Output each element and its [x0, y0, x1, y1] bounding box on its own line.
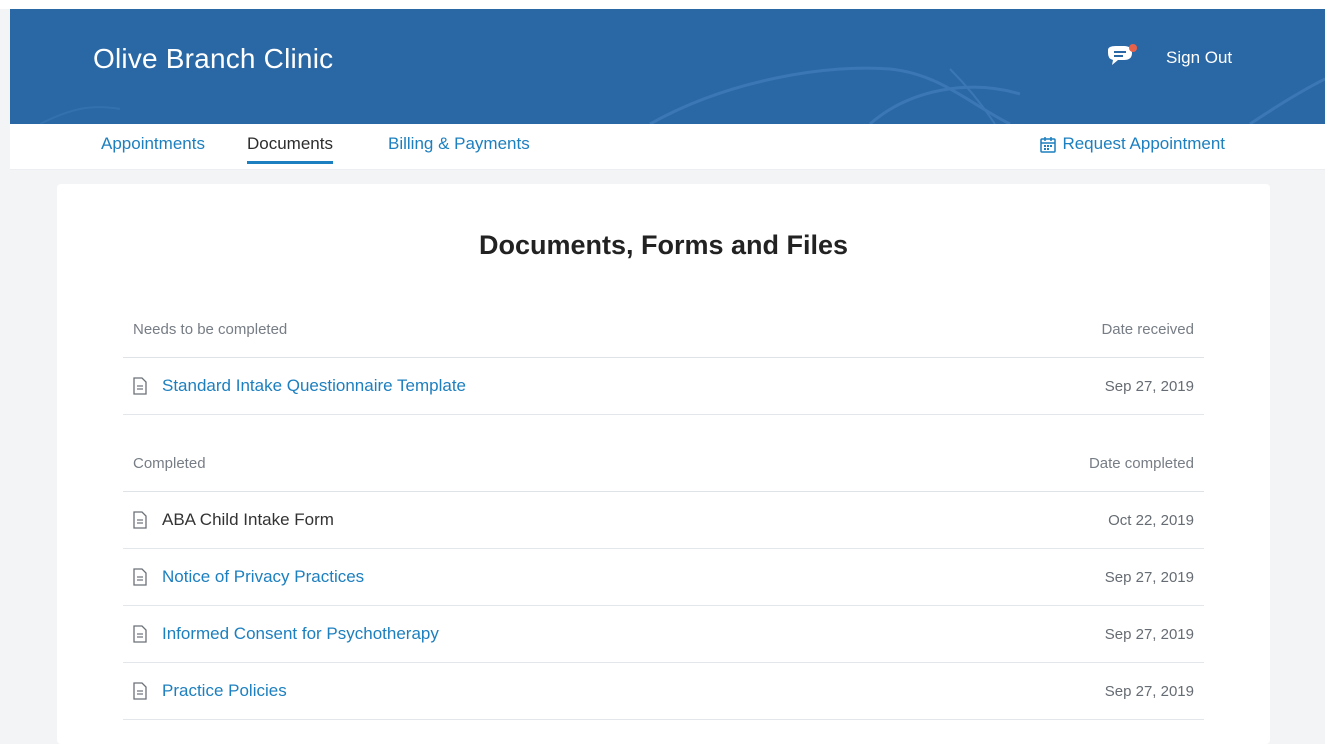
request-appointment-label: Request Appointment: [1062, 134, 1225, 153]
completed-date-header: Date completed: [1088, 455, 1194, 472]
document-icon: [133, 682, 147, 700]
clinic-name: Olive Branch Clinic: [93, 43, 334, 74]
document-icon: [133, 511, 147, 529]
document-date: Sep 27, 2019: [1104, 377, 1194, 395]
tab-billing-payments[interactable]: Billing & Payments: [388, 134, 530, 164]
document-link[interactable]: Standard Intake Questionnaire Template: [162, 376, 466, 396]
sign-out-button[interactable]: Sign Out: [1166, 48, 1232, 68]
document-link[interactable]: Notice of Privacy Practices: [162, 567, 364, 587]
document-row: Practice Policies Sep 27, 2019: [123, 663, 1204, 720]
document-icon: [133, 377, 147, 395]
document-row: Notice of Privacy Practices Sep 27, 2019: [123, 549, 1204, 606]
completed-section: Completed Date completed ABA Child Intak…: [123, 455, 1204, 720]
document-row: ABA Child Intake Form Oct 22, 2019: [123, 492, 1204, 549]
document-date: Sep 27, 2019: [1104, 568, 1194, 586]
document-icon: [133, 625, 147, 643]
document-date: Sep 27, 2019: [1104, 625, 1194, 643]
calendar-icon: [1040, 136, 1057, 153]
header-banner: Olive Branch Clinic Sign Out: [10, 9, 1325, 124]
page-title: Documents, Forms and Files: [478, 230, 849, 260]
document-link[interactable]: Practice Policies: [162, 681, 287, 701]
document-icon: [133, 568, 147, 586]
document-name: ABA Child Intake Form: [162, 510, 334, 529]
pending-header-label: Needs to be completed: [133, 321, 288, 338]
completed-header: Completed Date completed: [123, 455, 1204, 492]
pending-date-header: Date received: [1101, 321, 1194, 338]
top-gap: [0, 0, 1325, 9]
pending-header: Needs to be completed Date received: [123, 321, 1204, 358]
nav-bar: Appointments Documents Billing & Payment…: [10, 124, 1325, 170]
chat-bubble-icon[interactable]: [1104, 44, 1138, 74]
document-date: Oct 22, 2019: [1108, 511, 1194, 529]
pending-section: Needs to be completed Date received Stan…: [123, 321, 1204, 415]
documents-card: Documents, Forms and Files Needs to be c…: [57, 184, 1270, 744]
tab-documents[interactable]: Documents: [247, 134, 333, 164]
tab-appointments[interactable]: Appointments: [101, 134, 205, 164]
completed-header-label: Completed: [133, 455, 206, 472]
document-link[interactable]: Informed Consent for Psychotherapy: [162, 624, 439, 644]
document-row: Informed Consent for Psychotherapy Sep 2…: [123, 606, 1204, 663]
document-row: Standard Intake Questionnaire Template S…: [123, 358, 1204, 415]
request-appointment-button[interactable]: Request Appointment: [1040, 134, 1225, 154]
document-date: Sep 27, 2019: [1104, 682, 1194, 700]
